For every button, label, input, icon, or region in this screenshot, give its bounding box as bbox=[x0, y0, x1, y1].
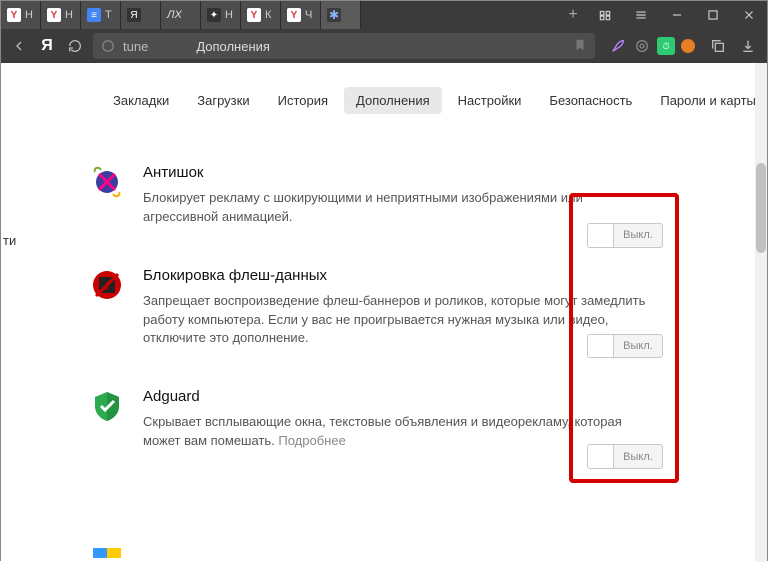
toggle-label: Выкл. bbox=[614, 340, 662, 352]
adguard-icon bbox=[89, 388, 125, 424]
browser-tab[interactable]: YК bbox=[241, 1, 281, 29]
nav-bookmarks[interactable]: Закладки bbox=[101, 87, 181, 114]
settings-nav: Закладки Загрузки История Дополнения Нас… bbox=[1, 63, 767, 132]
page-content: Закладки Загрузки История Дополнения Нас… bbox=[1, 63, 767, 562]
nav-downloads[interactable]: Загрузки bbox=[185, 87, 261, 114]
browser-tabs: YН YН ≡Т Я ЛХ ✦Н YК YЧ ✱ bbox=[1, 1, 559, 29]
address-bar: Я tune Дополнения ⏱ bbox=[1, 29, 767, 63]
toggle-highlight-box: Выкл. Выкл. Выкл. bbox=[569, 193, 679, 483]
toggle-label: Выкл. bbox=[614, 229, 662, 241]
browser-tab[interactable]: Я bbox=[121, 1, 161, 29]
browser-tab[interactable]: ≡Т bbox=[81, 1, 121, 29]
minimize-button[interactable] bbox=[659, 1, 695, 29]
antishock-icon bbox=[89, 164, 125, 200]
scrollbar[interactable] bbox=[755, 63, 767, 562]
new-tab-button[interactable]: + bbox=[559, 1, 587, 29]
toggle-knob bbox=[588, 224, 614, 247]
nav-passwords[interactable]: Пароли и карты bbox=[648, 87, 767, 114]
left-cut-text: ти bbox=[3, 233, 16, 248]
nav-history[interactable]: История bbox=[266, 87, 340, 114]
nav-security[interactable]: Безопасность bbox=[537, 87, 644, 114]
browser-tab[interactable]: ✦Н bbox=[201, 1, 241, 29]
address-field[interactable]: tune Дополнения bbox=[93, 33, 595, 59]
extension-title: Антишок bbox=[143, 164, 657, 181]
back-button[interactable] bbox=[7, 34, 31, 58]
page-info-icon bbox=[101, 39, 115, 53]
flash-block-icon: f bbox=[89, 267, 125, 303]
toggle-adguard[interactable]: Выкл. bbox=[587, 444, 663, 469]
page-title: Дополнения bbox=[196, 39, 270, 54]
toggle-knob bbox=[588, 445, 614, 468]
download-icon[interactable] bbox=[735, 33, 761, 59]
nav-settings[interactable]: Настройки bbox=[446, 87, 534, 114]
browser-tab[interactable]: ЛХ bbox=[161, 1, 201, 29]
browser-tab[interactable]: YЧ bbox=[281, 1, 321, 29]
browser-tab[interactable]: YН bbox=[1, 1, 41, 29]
collections-icon[interactable] bbox=[587, 1, 623, 29]
more-link[interactable]: Подробнее bbox=[278, 433, 345, 448]
bookmark-icon[interactable] bbox=[573, 38, 587, 55]
orange-dot-icon[interactable] bbox=[681, 39, 695, 53]
nav-addons[interactable]: Дополнения bbox=[344, 87, 442, 114]
feather-icon[interactable] bbox=[609, 37, 627, 55]
maximize-button[interactable] bbox=[695, 1, 731, 29]
toggle-knob bbox=[588, 335, 614, 358]
window-controls bbox=[587, 1, 767, 29]
scrollbar-thumb[interactable] bbox=[756, 163, 766, 253]
next-row-fragment bbox=[89, 544, 125, 558]
window-titlebar: YН YН ≡Т Я ЛХ ✦Н YК YЧ ✱ + bbox=[1, 1, 767, 29]
yandex-logo-icon[interactable]: Я bbox=[37, 37, 57, 55]
close-button[interactable] bbox=[731, 1, 767, 29]
browser-tab-active[interactable]: ✱ bbox=[321, 1, 361, 29]
toggle-label: Выкл. bbox=[614, 451, 662, 463]
reload-button[interactable] bbox=[63, 34, 87, 58]
browser-tab[interactable]: YН bbox=[41, 1, 81, 29]
green-badge-icon[interactable]: ⏱ bbox=[657, 37, 675, 55]
toggle-flash-block[interactable]: Выкл. bbox=[587, 334, 663, 359]
extension-icons: ⏱ bbox=[609, 37, 695, 55]
target-icon[interactable] bbox=[633, 37, 651, 55]
toggle-antishock[interactable]: Выкл. bbox=[587, 223, 663, 248]
menu-icon[interactable] bbox=[623, 1, 659, 29]
url-text: tune bbox=[123, 39, 148, 54]
copy-icon[interactable] bbox=[705, 33, 731, 59]
